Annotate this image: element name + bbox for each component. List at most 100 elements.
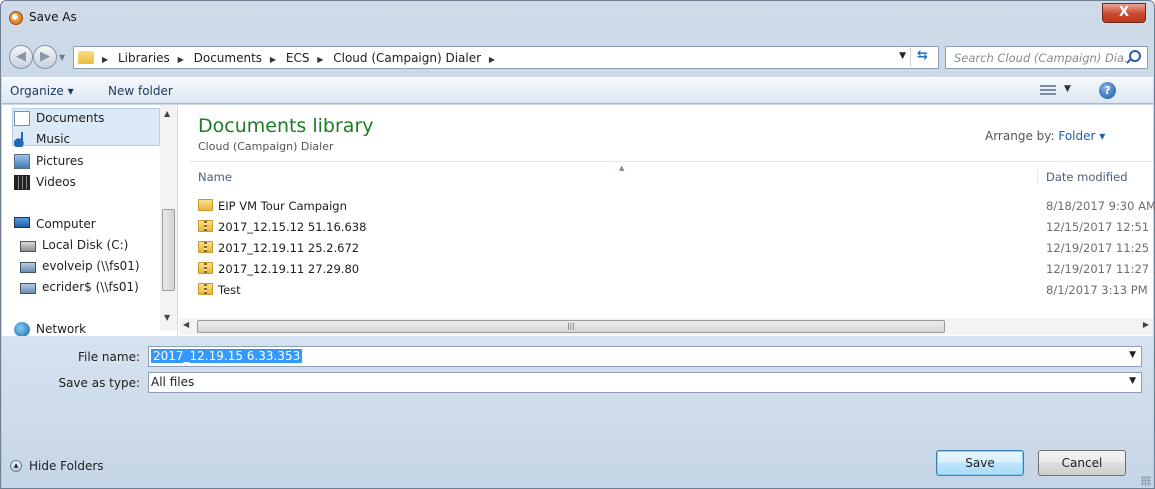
- file-date: 12/15/2017 12:51 ...: [1046, 220, 1155, 234]
- close-button[interactable]: X: [1102, 3, 1146, 23]
- arrange-by-label: Arrange by:: [985, 129, 1055, 143]
- refresh-icon[interactable]: ⇆: [910, 48, 934, 67]
- file-name: 2017_12.19.11 27.29.80: [218, 262, 360, 276]
- zip-folder-icon: [198, 262, 213, 274]
- sidebar-item-label: Pictures: [36, 154, 84, 168]
- document-icon: [14, 111, 30, 126]
- computer-icon: [14, 217, 30, 228]
- arrange-by-dropdown[interactable]: Folder ▾: [1058, 129, 1105, 143]
- scroll-right-icon[interactable]: ▶: [1143, 320, 1149, 329]
- sidebar-item-label: Documents: [36, 111, 105, 125]
- address-bar[interactable]: ▶ Libraries ▶ Documents ▶ ECS ▶ Cloud (C…: [73, 46, 939, 69]
- file-name-label: File name:: [78, 350, 140, 364]
- sidebar-item-label: Computer: [36, 217, 96, 231]
- save-as-type-value: All files: [151, 375, 195, 389]
- breadcrumb-libraries[interactable]: Libraries: [118, 51, 170, 65]
- network-drive-icon: [20, 262, 36, 273]
- save-as-dialog: Save As X ◀ ▶ ▼ ▶ Libraries ▶ Documents …: [0, 0, 1155, 489]
- search-input[interactable]: Search Cloud (Campaign) Dia...: [954, 51, 1135, 65]
- recent-locations-dropdown[interactable]: ▼: [59, 53, 65, 62]
- sidebar-scrollbar[interactable]: ▲ ▼: [160, 105, 177, 331]
- window-title: Save As: [29, 10, 77, 24]
- scroll-up-icon[interactable]: ▲: [164, 109, 170, 118]
- list-item[interactable]: 2017_12.19.11 27.29.80 12/19/2017 11:27 …: [198, 259, 1155, 278]
- chevron-down-icon[interactable]: ▼: [1129, 350, 1136, 360]
- scroll-left-icon[interactable]: ◀: [183, 320, 189, 329]
- save-as-type-label: Save as type:: [58, 376, 140, 390]
- command-bar: Organize ▾ New folder ▼ ?: [2, 77, 1153, 104]
- file-name: 2017_12.15.12 51.16.638: [218, 220, 367, 234]
- sort-arrow-icon: ▲: [619, 164, 625, 172]
- file-name-field[interactable]: 2017_12.19.15 6.33.353 ▼: [148, 346, 1142, 367]
- chevron-right-icon: ▶: [317, 55, 324, 64]
- network-drive-icon: [20, 283, 36, 294]
- zip-folder-icon: [198, 283, 213, 295]
- sidebar-item-label: Videos: [36, 175, 76, 189]
- breadcrumb-documents[interactable]: Documents: [194, 51, 262, 65]
- sidebar-item-label: Network: [36, 322, 87, 336]
- library-title: Documents library: [198, 115, 374, 137]
- content-area: Documents Music Pictures Videos Computer…: [2, 105, 1155, 337]
- list-item[interactable]: 2017_12.19.11 25.2.672 12/19/2017 11:25 …: [198, 238, 1155, 257]
- scrollbar-thumb[interactable]: |||: [197, 320, 945, 333]
- file-list-pane: Documents library Cloud (Campaign) Diale…: [179, 105, 1155, 336]
- chevron-right-icon: ▶: [177, 55, 184, 64]
- search-icon[interactable]: [1129, 50, 1141, 62]
- sidebar-item-label: evolveip (\\fs01): [42, 259, 140, 273]
- breadcrumb-ecs[interactable]: ECS: [286, 51, 310, 65]
- sidebar-item-label: Local Disk (C:): [42, 238, 129, 252]
- organize-button[interactable]: Organize ▾: [10, 84, 74, 98]
- file-name: Test: [218, 283, 241, 297]
- file-name: EIP VM Tour Campaign: [218, 199, 347, 213]
- app-icon: [9, 11, 23, 25]
- column-header: Name ▲ Date modified: [189, 161, 1153, 187]
- forward-button[interactable]: ▶: [33, 45, 57, 69]
- column-name[interactable]: Name: [198, 170, 232, 184]
- save-as-type-select[interactable]: All files ▼: [148, 372, 1142, 393]
- list-item[interactable]: EIP VM Tour Campaign 8/18/2017 9:30 AM: [198, 196, 1155, 215]
- view-options-icon[interactable]: [1040, 85, 1056, 97]
- collapse-icon[interactable]: ▲: [10, 460, 22, 472]
- folder-icon: [198, 199, 213, 211]
- arrange-by: Arrange by: Folder ▾: [985, 129, 1105, 143]
- chevron-right-icon[interactable]: ▶: [489, 55, 495, 64]
- cancel-button[interactable]: Cancel: [1038, 450, 1126, 476]
- chevron-right-icon: ▶: [269, 55, 277, 64]
- file-date: 8/1/2017 3:13 PM: [1046, 283, 1148, 297]
- zip-folder-icon: [198, 241, 213, 253]
- save-button[interactable]: Save: [936, 450, 1024, 476]
- column-date-modified[interactable]: Date modified: [1037, 170, 1128, 184]
- save-panel: File name: 2017_12.19.15 6.33.353 ▼ Save…: [2, 336, 1153, 488]
- list-item[interactable]: 2017_12.15.12 51.16.638 12/15/2017 12:51…: [198, 217, 1155, 236]
- resize-grip[interactable]: [1141, 476, 1151, 486]
- disk-icon: [20, 241, 36, 252]
- network-icon: [14, 322, 30, 337]
- scrollbar-thumb[interactable]: [162, 209, 175, 291]
- breadcrumb: ▶ Libraries ▶ Documents ▶ ECS ▶ Cloud (C…: [102, 51, 501, 65]
- sidebar-item-label: ecrider$ (\\fs01): [42, 280, 139, 294]
- scroll-down-icon[interactable]: ▼: [164, 313, 170, 322]
- zip-folder-icon: [198, 220, 213, 232]
- search-box[interactable]: Search Cloud (Campaign) Dia...: [945, 46, 1148, 69]
- breadcrumb-cloud-dialer[interactable]: Cloud (Campaign) Dialer: [333, 51, 481, 65]
- title-bar: Save As X: [1, 1, 1154, 33]
- address-dropdown-icon[interactable]: ▼: [899, 51, 906, 61]
- file-name-value[interactable]: 2017_12.19.15 6.33.353: [151, 349, 303, 363]
- horizontal-scrollbar[interactable]: ◀ ||| ▶: [179, 318, 1153, 335]
- hide-folders-button[interactable]: Hide Folders: [29, 459, 104, 473]
- view-dropdown-icon[interactable]: ▼: [1064, 84, 1071, 94]
- file-date: 12/19/2017 11:27 ...: [1046, 262, 1155, 276]
- new-folder-button[interactable]: New folder: [108, 84, 173, 98]
- folder-icon: [78, 51, 94, 64]
- help-icon[interactable]: ?: [1099, 82, 1116, 99]
- list-item[interactable]: Test 8/1/2017 3:13 PM: [198, 280, 1153, 299]
- chevron-right-icon: ▶: [102, 55, 109, 64]
- library-subtitle: Cloud (Campaign) Dialer: [198, 140, 334, 153]
- chevron-down-icon[interactable]: ▼: [1129, 376, 1136, 386]
- back-button[interactable]: ◀: [9, 45, 33, 69]
- videos-icon: [14, 175, 30, 190]
- navigation-pane: Documents Music Pictures Videos Computer…: [2, 105, 178, 337]
- file-date: 12/19/2017 11:25 ...: [1046, 241, 1155, 255]
- music-icon: [14, 132, 30, 147]
- sidebar-item-label: Music: [36, 132, 71, 146]
